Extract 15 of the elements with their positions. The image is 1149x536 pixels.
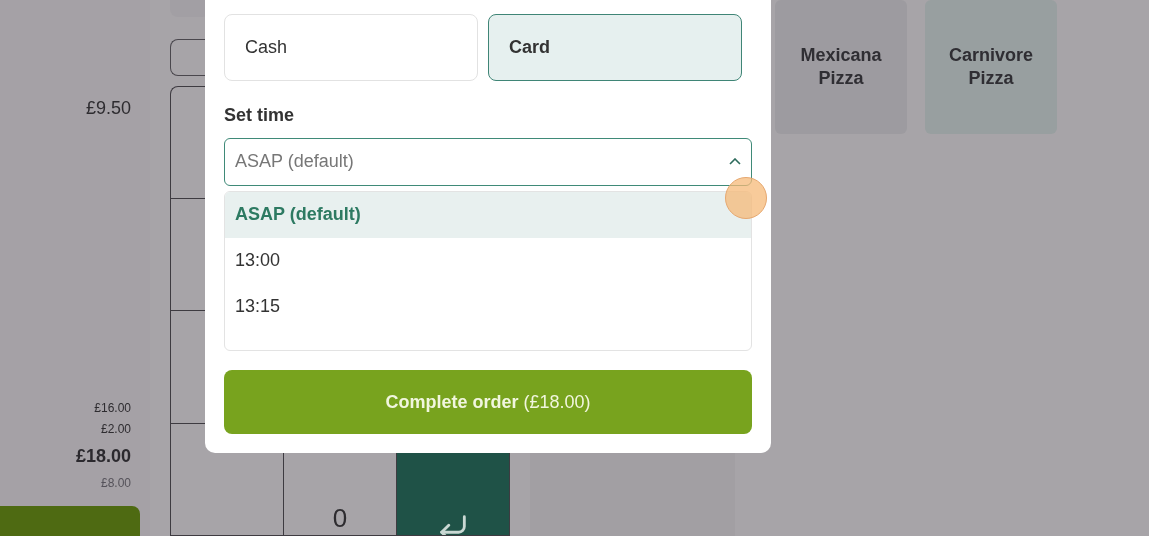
product-tile[interactable]: Carnivore Pizza [925, 0, 1057, 134]
subtotal: £16.00 [94, 400, 131, 417]
payment-option[interactable]: Cash [224, 14, 478, 81]
dropdown-option[interactable]: ASAP (default) [225, 191, 751, 238]
field-label: Set time [224, 105, 296, 126]
chevron-up-icon [729, 158, 741, 166]
product-tile[interactable]: Mexicana Pizza [775, 0, 907, 134]
fee: £2.00 [100, 421, 131, 438]
touch-indicator [725, 177, 767, 219]
item-price: £9.50 [85, 98, 131, 119]
order-total: £18.00 [75, 446, 131, 467]
checkout-button[interactable] [0, 506, 140, 536]
payment-option[interactable]: Card [488, 14, 742, 81]
remaining-amount: £8.00 [100, 475, 131, 492]
time-select[interactable]: ASAP (default) [224, 138, 752, 186]
